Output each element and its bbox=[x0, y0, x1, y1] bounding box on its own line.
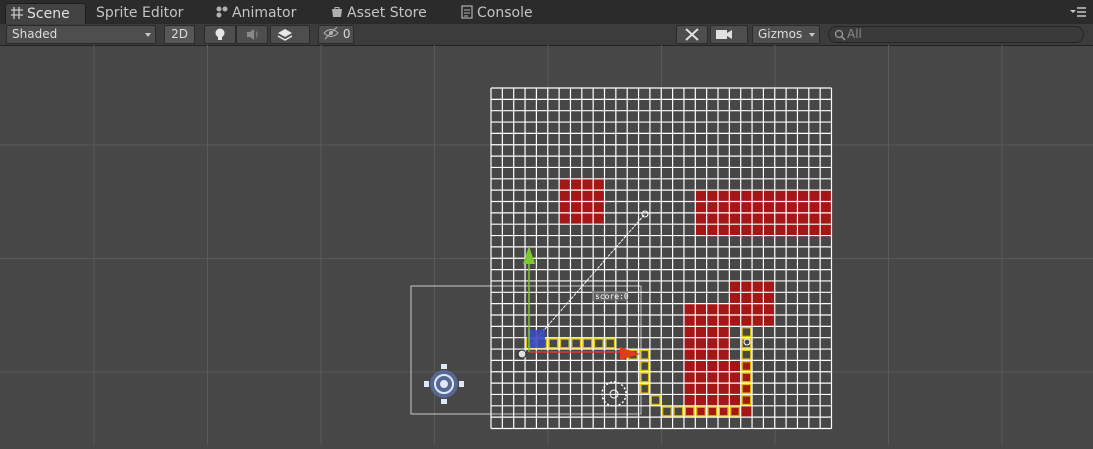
gizmos-label: Gizmos bbox=[758, 27, 803, 41]
tools-icon bbox=[685, 28, 699, 41]
score-label: score:0 bbox=[595, 292, 629, 301]
animator-icon bbox=[216, 6, 228, 18]
effects-icon bbox=[277, 29, 293, 41]
tab-scene[interactable]: Scene bbox=[5, 3, 86, 24]
gizmos-dropdown[interactable]: Gizmos bbox=[752, 25, 820, 44]
path-tile bbox=[570, 337, 582, 350]
scene-toolbar: Shaded 2D 0 Gizmos All bbox=[0, 24, 1093, 46]
path-tile bbox=[661, 405, 673, 418]
scene-tools-button[interactable] bbox=[676, 25, 708, 44]
store-icon bbox=[332, 7, 342, 17]
tab-label: Scene bbox=[27, 6, 70, 22]
tab-bar: Scene Sprite Editor Animator Asset Store… bbox=[0, 0, 1093, 25]
chevron-down-icon bbox=[809, 33, 815, 37]
path-tile bbox=[740, 349, 753, 361]
path-tile bbox=[593, 337, 605, 350]
hidden-count: 0 bbox=[342, 27, 351, 41]
path-tile bbox=[581, 337, 594, 350]
hidden-objects-button[interactable]: 0 bbox=[318, 25, 354, 44]
tab-label: Animator bbox=[232, 5, 297, 21]
console-icon bbox=[461, 5, 473, 19]
camera-dropdown[interactable] bbox=[710, 25, 748, 44]
path-tile bbox=[740, 326, 753, 338]
2d-toggle-button[interactable]: 2D bbox=[164, 25, 195, 44]
tab-label: Asset Store bbox=[347, 5, 427, 21]
effects-dropdown[interactable] bbox=[270, 25, 310, 44]
tab-asset-store[interactable]: Asset Store bbox=[326, 3, 433, 24]
speaker-icon bbox=[247, 29, 258, 40]
chevron-down-icon bbox=[145, 33, 151, 37]
audio-toggle-button[interactable] bbox=[236, 25, 268, 44]
pivot-icon bbox=[517, 349, 527, 359]
camera-gizmo-icon[interactable] bbox=[424, 364, 464, 404]
scene-canvas[interactable]: score:0 bbox=[0, 45, 1093, 445]
tab-label: Sprite Editor bbox=[96, 5, 184, 21]
path-tile bbox=[672, 405, 684, 418]
path-tile bbox=[604, 337, 616, 350]
search-icon bbox=[834, 29, 846, 41]
hierarchy-search-input[interactable]: All bbox=[828, 26, 1084, 43]
grid-icon bbox=[11, 7, 23, 19]
path-tile bbox=[649, 394, 662, 406]
search-placeholder: All bbox=[847, 27, 862, 41]
2d-toggle-label: 2D bbox=[171, 27, 188, 41]
path-tile bbox=[547, 337, 560, 350]
lighting-toggle-button[interactable] bbox=[204, 25, 236, 44]
tab-animator[interactable]: Animator bbox=[211, 3, 302, 24]
tab-console[interactable]: Console bbox=[456, 3, 539, 24]
hidden-eye-icon bbox=[323, 26, 339, 40]
tab-sprite-editor[interactable]: Sprite Editor bbox=[92, 3, 189, 24]
lightbulb-icon bbox=[215, 28, 225, 40]
world-grid bbox=[0, 45, 1093, 445]
tab-label: Console bbox=[477, 5, 533, 21]
tilemap-grid bbox=[490, 87, 833, 430]
camera-icon bbox=[716, 30, 732, 39]
path-tile bbox=[559, 337, 571, 350]
panel-menu-icon[interactable] bbox=[1069, 6, 1087, 18]
scene-viewport[interactable]: score:0 bbox=[0, 45, 1093, 445]
draw-mode-dropdown[interactable]: Shaded bbox=[6, 25, 156, 44]
draw-mode-value: Shaded bbox=[12, 27, 58, 41]
